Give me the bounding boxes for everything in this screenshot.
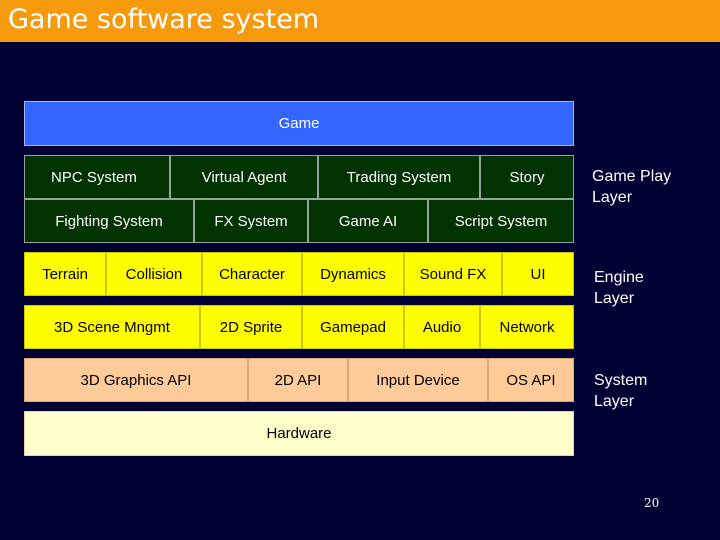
block-input-device: Input Device bbox=[348, 358, 488, 402]
block-virtual-agent: Virtual Agent bbox=[170, 155, 318, 199]
block-gamepad: Gamepad bbox=[302, 305, 404, 349]
block-npc-system: NPC System bbox=[24, 155, 170, 199]
block-hardware: Hardware bbox=[24, 411, 574, 456]
label-engine-layer: Engine Layer bbox=[594, 269, 644, 307]
block-game: Game bbox=[24, 101, 574, 146]
title-bar: Game software system bbox=[0, 0, 720, 42]
page-number: 20 bbox=[644, 496, 660, 510]
block-story: Story bbox=[480, 155, 574, 199]
block-network: Network bbox=[480, 305, 574, 349]
block-2d-sprite: 2D Sprite bbox=[200, 305, 302, 349]
label-system-layer: System Layer bbox=[594, 372, 648, 410]
block-game-ai: Game AI bbox=[308, 199, 428, 243]
block-character: Character bbox=[202, 252, 302, 296]
block-fighting-system: Fighting System bbox=[24, 199, 194, 243]
block-3d-graphics-api: 3D Graphics API bbox=[24, 358, 248, 402]
label-game-play-layer: Game Play Layer bbox=[592, 168, 672, 206]
slide-title: Game software system bbox=[8, 4, 320, 35]
block-2d-api: 2D API bbox=[248, 358, 348, 402]
block-script-system: Script System bbox=[428, 199, 574, 243]
block-dynamics: Dynamics bbox=[302, 252, 404, 296]
block-audio: Audio bbox=[404, 305, 480, 349]
block-sound-fx: Sound FX bbox=[404, 252, 502, 296]
block-3d-scene-mngmt: 3D Scene Mngmt bbox=[24, 305, 200, 349]
block-collision: Collision bbox=[106, 252, 202, 296]
block-os-api: OS API bbox=[488, 358, 574, 402]
block-ui: UI bbox=[502, 252, 574, 296]
block-terrain: Terrain bbox=[24, 252, 106, 296]
block-trading-system: Trading System bbox=[318, 155, 480, 199]
block-fx-system: FX System bbox=[194, 199, 308, 243]
